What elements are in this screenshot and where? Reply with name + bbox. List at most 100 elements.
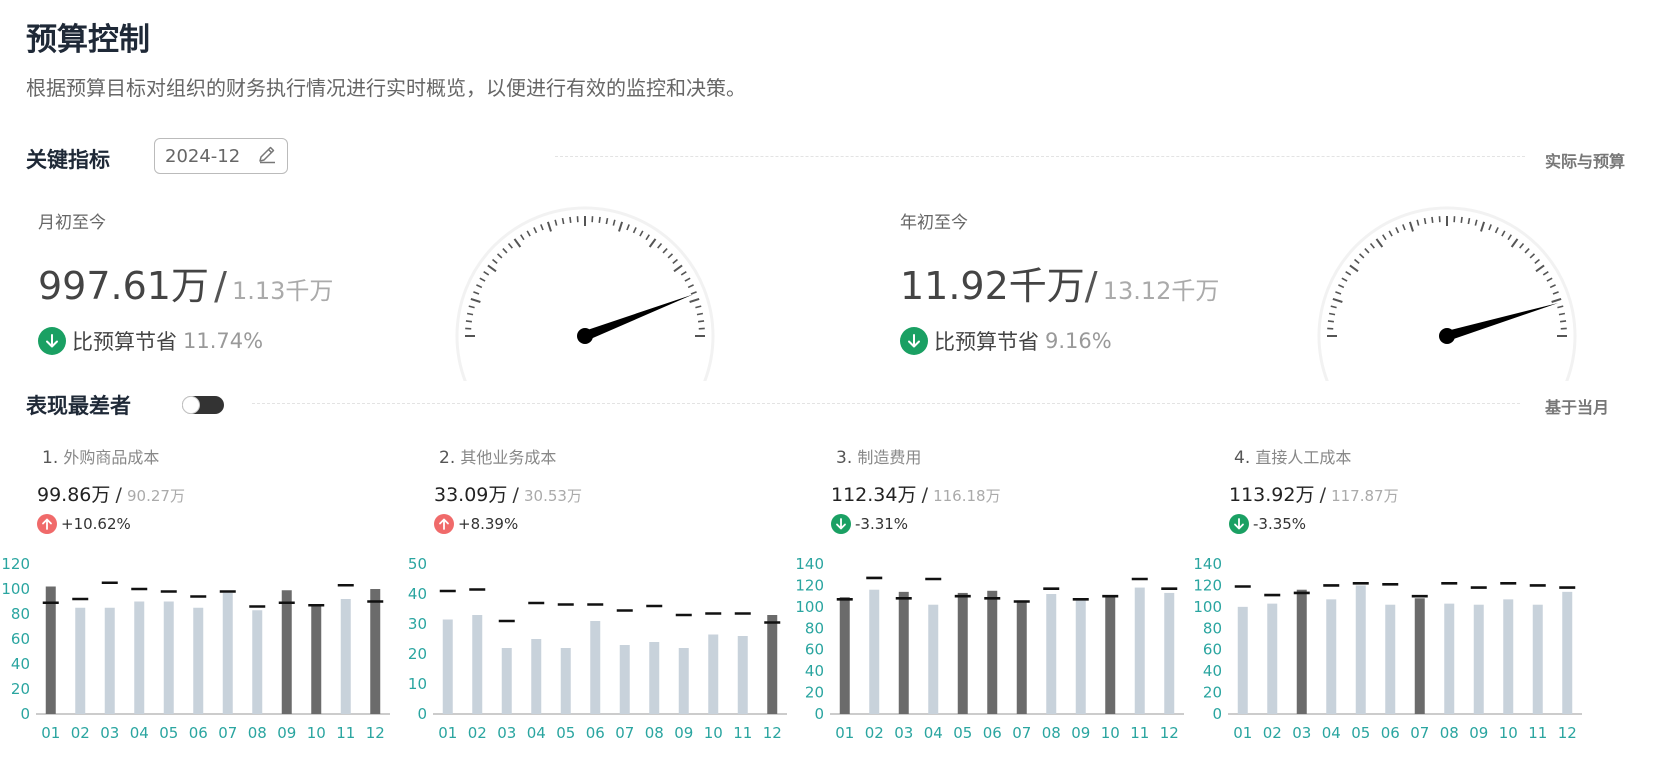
actual-bar[interactable]: [869, 589, 880, 714]
actual-bar[interactable]: [839, 597, 850, 714]
gauge-tick: [605, 217, 609, 225]
gauge-tick: [1328, 312, 1336, 316]
actual-bar[interactable]: [1016, 600, 1027, 714]
actual-bar[interactable]: [957, 592, 968, 714]
y-tick-label: 140: [1193, 555, 1222, 573]
bar-chart: 0 20 40 60 80 100 120 01 02 03 04 05 06 07 08 09 10 11 12: [1, 555, 390, 742]
actual-bar[interactable]: [104, 607, 115, 714]
gauge-tick: [476, 284, 483, 289]
actual-bar[interactable]: [1414, 598, 1425, 714]
actual-bar[interactable]: [134, 601, 145, 715]
actual-bar[interactable]: [898, 591, 909, 714]
card-slash: /: [1319, 484, 1326, 506]
mtd-value: 997.61万 / 1.13千万: [38, 255, 333, 310]
actual-bar[interactable]: [193, 607, 204, 714]
actual-bar[interactable]: [1355, 585, 1366, 714]
gauge-tick: [1542, 271, 1549, 276]
arrow-up-icon: [434, 514, 454, 534]
actual-bar[interactable]: [1237, 606, 1248, 714]
actual-bar[interactable]: [1326, 599, 1337, 714]
actual-bar[interactable]: [472, 615, 483, 714]
actual-bar[interactable]: [767, 615, 778, 714]
actual-bar[interactable]: [442, 619, 453, 715]
actual-bar[interactable]: [75, 607, 86, 714]
actual-bar[interactable]: [501, 648, 512, 714]
mtd-status-text: 比预算节省: [72, 330, 177, 354]
actual-bar[interactable]: [1267, 603, 1278, 714]
actual-bar[interactable]: [987, 590, 998, 714]
y-tick-label: 140: [795, 555, 824, 573]
actual-bar[interactable]: [590, 621, 601, 714]
card-slash: /: [512, 484, 519, 506]
actual-bar[interactable]: [252, 610, 263, 714]
actual-bar[interactable]: [1562, 591, 1573, 714]
actual-bar[interactable]: [649, 642, 660, 714]
gauge-tick: [513, 238, 522, 248]
y-tick-label: 60: [1203, 641, 1222, 659]
gauge-tick: [612, 219, 616, 226]
gauge-tick: [466, 312, 474, 316]
card-title: 2. 其他业务成本: [439, 444, 556, 468]
x-tick-label: 02: [468, 724, 487, 742]
gauge-tick: [479, 277, 486, 282]
worst-toggle[interactable]: [182, 396, 224, 414]
actual-bar[interactable]: [1503, 599, 1514, 714]
ytd-status-pct: 9.16%: [1045, 329, 1112, 353]
gauge-tick: [533, 227, 538, 234]
gauge-tick: [1474, 219, 1478, 226]
card-name: 制造费用: [857, 448, 922, 467]
worst-card: 1. 外购商品成本 99.86万 / 90.27万 +10.62% 0 20 40 6…: [1, 440, 430, 770]
gauge-tick: [1388, 230, 1393, 237]
actual-bar[interactable]: [370, 589, 381, 714]
actual-bar[interactable]: [678, 648, 689, 714]
actual-bar[interactable]: [222, 592, 233, 714]
actual-bar[interactable]: [1164, 592, 1175, 714]
actual-bar[interactable]: [531, 639, 542, 714]
x-tick-label: 04: [527, 724, 546, 742]
gauge-tick: [1358, 253, 1365, 259]
gauge-tick: [1480, 221, 1486, 232]
actual-bar[interactable]: [163, 601, 174, 715]
card-change: -3.35%: [1229, 514, 1306, 534]
section-divider: [252, 403, 1520, 404]
ytd-slash: /: [1084, 264, 1098, 308]
actual-bar[interactable]: [708, 634, 719, 715]
x-tick-label: 01: [41, 724, 60, 742]
actual-bar[interactable]: [1134, 587, 1145, 714]
actual-bar[interactable]: [737, 636, 748, 714]
actual-bar[interactable]: [1385, 604, 1396, 714]
actual-bar[interactable]: [340, 599, 351, 714]
edit-pencil-icon[interactable]: [257, 144, 277, 168]
x-tick-label: 01: [1233, 724, 1252, 742]
gauge-tick: [1534, 258, 1540, 264]
actual-bar[interactable]: [619, 645, 630, 714]
page-subtitle: 根据预算目标对组织的财务执行情况进行实时概览，以便进行有效的监控和决策。: [26, 76, 746, 100]
bar-chart: 0 10 20 30 40 50 01 02 03 04 05 06 07 08 09 10 11 12: [408, 555, 787, 742]
gauge-tick: [1460, 216, 1463, 223]
actual-bar[interactable]: [45, 586, 56, 715]
y-tick-label: 40: [1203, 662, 1222, 680]
card-budget: 90.27万: [127, 487, 185, 505]
actual-bar[interactable]: [1444, 603, 1455, 714]
period-picker[interactable]: 2024-12: [154, 138, 288, 174]
x-tick-label: 12: [366, 724, 385, 742]
actual-bar[interactable]: [1296, 589, 1307, 714]
toggle-knob: [182, 396, 200, 414]
actual-bar[interactable]: [1075, 600, 1086, 714]
actual-bar[interactable]: [1105, 595, 1116, 714]
actual-bar[interactable]: [560, 648, 571, 714]
gauge-tick: [662, 247, 668, 254]
actual-bar[interactable]: [928, 604, 939, 714]
actual-bar[interactable]: [311, 605, 322, 714]
actual-bar[interactable]: [1473, 604, 1484, 714]
card-values: 113.92万 / 117.87万: [1229, 480, 1399, 507]
x-tick-label: 03: [100, 724, 119, 742]
ytd-value: 11.92千万/ 13.12千万: [900, 255, 1219, 310]
actual-bar[interactable]: [1532, 604, 1543, 714]
y-tick-label: 20: [805, 684, 824, 702]
actual-bar[interactable]: [1046, 594, 1057, 714]
card-title: 1. 外购商品成本: [42, 444, 159, 468]
card-values: 112.34万 / 116.18万: [831, 480, 1001, 507]
card-slash: /: [115, 484, 122, 506]
actual-bar[interactable]: [281, 590, 292, 714]
